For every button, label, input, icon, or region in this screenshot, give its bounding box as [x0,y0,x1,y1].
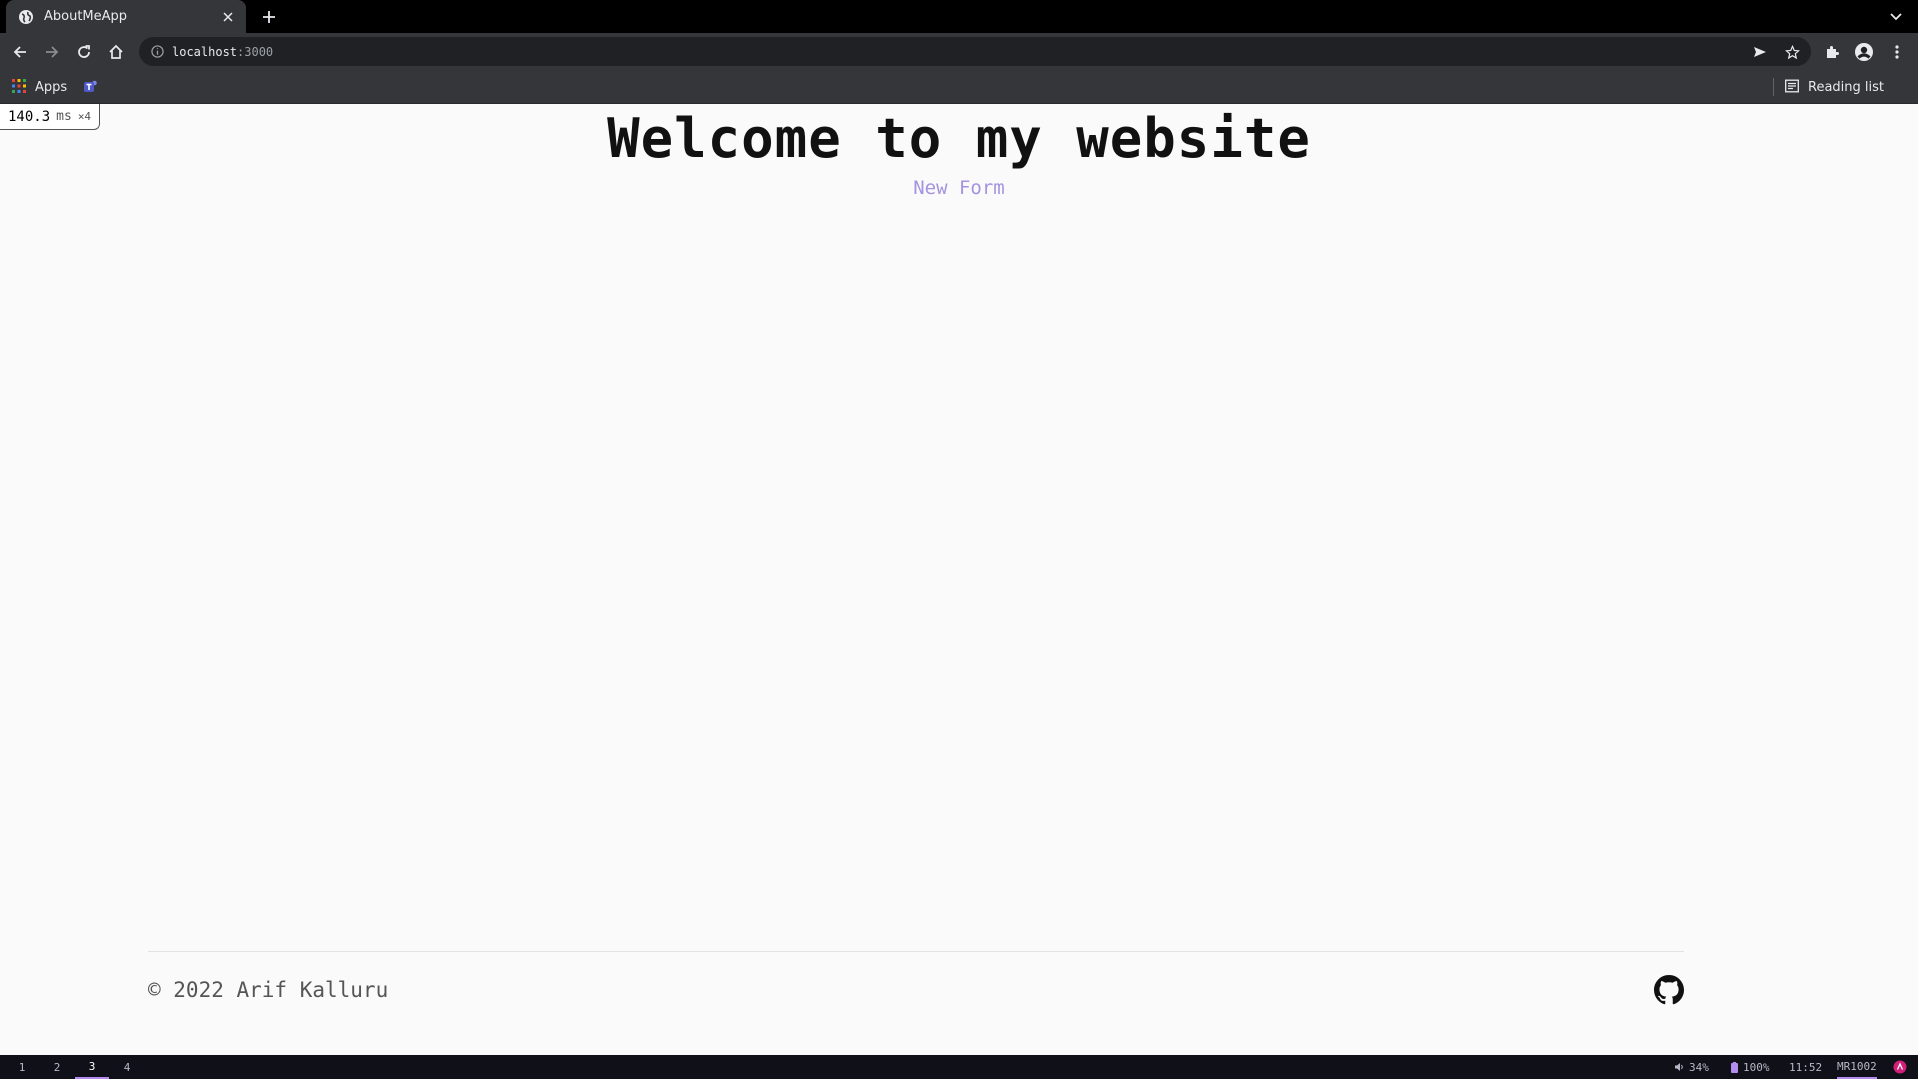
menu-icon[interactable] [1885,40,1909,64]
send-icon[interactable] [1749,41,1771,63]
perf-multiplier: ×4 [77,110,92,123]
new-form-link-row: New Form [0,176,1918,200]
browser-toolbar: localhost:3000 [0,33,1918,70]
reading-list-button[interactable]: Reading list [1785,77,1884,97]
perf-unit: ms [56,109,72,124]
forward-button[interactable] [40,40,64,64]
speaker-icon [1674,1062,1684,1072]
reading-list-icon [1785,78,1799,97]
bookmarks-divider [1773,78,1774,96]
info-icon[interactable] [149,44,165,60]
reading-list-label: Reading list [1808,79,1884,95]
footer-copyright: © 2022 Arif Kalluru [148,978,389,1002]
perf-value: 140.3 [8,108,51,125]
footer-divider [148,951,1684,952]
tab-aboutmeapp[interactable]: AboutMeApp [6,0,246,33]
new-tab-button[interactable] [258,6,280,28]
tab-title: AboutMeApp [44,9,128,24]
battery-icon [1731,1061,1738,1073]
close-icon[interactable] [220,9,236,25]
url-host: localhost [172,44,238,59]
volume-status[interactable]: 34% [1674,1055,1709,1079]
battery-level: 100% [1743,1060,1770,1074]
address-bar[interactable]: localhost:3000 [139,37,1811,66]
battery-status: 100% [1731,1055,1770,1079]
chevron-down-icon[interactable] [1886,7,1906,27]
back-button[interactable] [8,40,32,64]
workspace-1[interactable]: 1 [5,1055,39,1079]
bookmark-apps[interactable]: Apps [12,77,67,97]
clock: 11:52 [1789,1060,1823,1074]
page-title: Welcome to my website [607,107,1311,170]
perf-badge: 140.3 ms ×4 [0,104,101,130]
desktop-status-bar: 1 2 3 4 34% 100% 11:52 MR1002 [0,1055,1918,1079]
url-port: :3000 [237,44,274,59]
profile-avatar[interactable] [1852,40,1876,64]
star-icon[interactable] [1781,41,1803,63]
new-form-link[interactable]: New Form [913,177,1005,199]
teams-icon[interactable] [82,78,100,96]
tray-app-icon[interactable] [1893,1055,1907,1079]
github-icon[interactable] [1654,975,1684,1005]
workspace-3[interactable]: 3 [75,1055,109,1079]
workspace-4[interactable]: 4 [110,1055,144,1079]
globe-icon [18,9,34,25]
home-button[interactable] [104,40,128,64]
extensions-icon[interactable] [1820,40,1844,64]
tab-strip: AboutMeApp [0,0,1918,33]
bookmarks-bar: Apps Reading list [0,70,1918,104]
volume-level: 34% [1689,1060,1709,1074]
apps-label: Apps [35,79,68,95]
workspace-2[interactable]: 2 [40,1055,74,1079]
hostname: MR1002 [1837,1055,1877,1079]
page-viewport: Welcome to my website New Form 140.3 ms … [0,104,1918,1055]
apps-grid-icon [12,78,26,97]
reload-button[interactable] [72,40,96,64]
